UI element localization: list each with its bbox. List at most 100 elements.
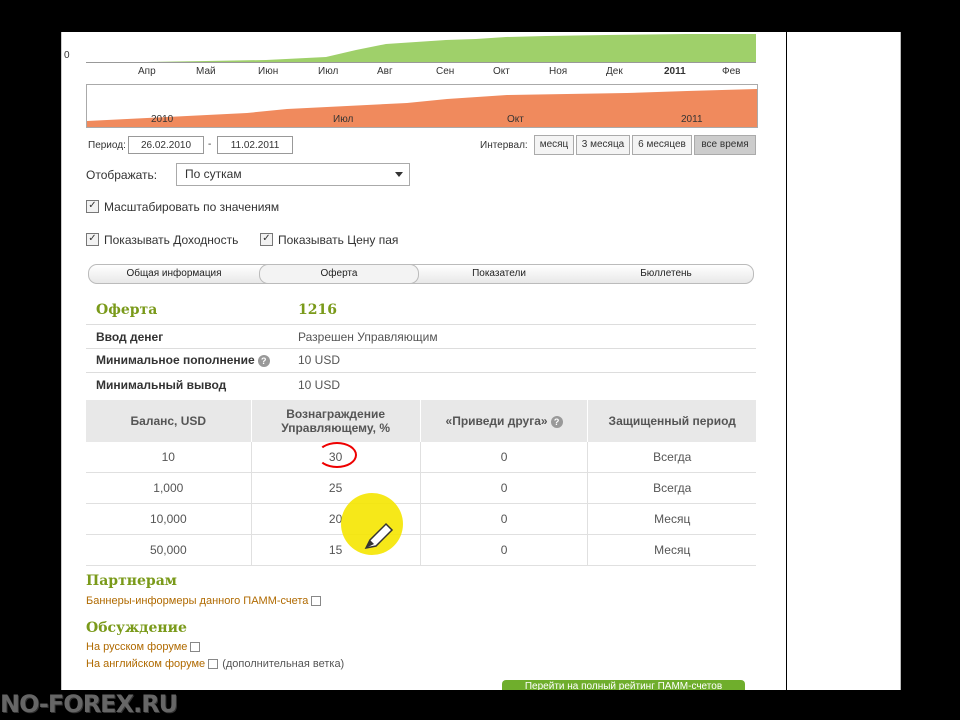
divider (86, 348, 756, 349)
month-label: Окт (493, 66, 510, 77)
ru-forum-link-text[interactable]: На русском форуме (86, 641, 187, 653)
chevron-down-icon (395, 172, 403, 177)
row-key: Минимальный вывод (96, 378, 227, 392)
col-header-text: «Приведи друга» (445, 414, 548, 428)
cell: 0 (420, 534, 589, 566)
cell: 50,000 (86, 534, 252, 566)
table-row: 10 30 0 Всегда (86, 442, 756, 473)
nav-label: Окт (507, 114, 524, 125)
period-from-input[interactable]: 26.02.2010 (128, 136, 204, 154)
yield-label: Показывать Доходность (104, 233, 239, 247)
month-label: Авг (377, 66, 393, 77)
col-header: «Приведи друга»? (420, 400, 589, 442)
right-panel (768, 32, 901, 690)
banners-link[interactable]: Баннеры-информеры данного ПАММ-счета (86, 595, 322, 607)
month-label: Дек (606, 66, 623, 77)
nav-label: 2010 (151, 114, 174, 125)
nav-label: 2011 (681, 114, 703, 125)
cell: 1,000 (86, 472, 252, 504)
interval-6month-button[interactable]: 6 месяцев (632, 135, 692, 155)
row-value: 10 USD (298, 353, 341, 367)
cell: 0 (420, 472, 589, 504)
offer-number: 1216 (298, 302, 337, 318)
tab-offer[interactable]: Оферта (259, 264, 419, 284)
interval-label: Интервал: (480, 140, 528, 151)
row-key: Ввод денег (96, 330, 164, 344)
navigator-chart[interactable]: 2010 Июл Окт 2011 (86, 84, 758, 128)
cell: Месяц (587, 503, 756, 535)
col-header: Вознаграждение Управляющему, % (251, 400, 421, 442)
en-forum-note: (дополнительная ветка) (222, 658, 345, 670)
pamm-page: 0 Апр Май Июн Июл Авг Сен Окт Ноя Дек 20… (61, 32, 770, 690)
month-label: Май (196, 66, 216, 77)
annotation-circle (317, 442, 357, 468)
divider (86, 324, 756, 325)
month-label: Апр (138, 66, 156, 77)
period-to-input[interactable]: 11.02.2011 (217, 136, 293, 154)
month-label: Июн (258, 66, 279, 77)
col-header: Защищенный период (587, 400, 756, 442)
navigator-area (87, 89, 757, 127)
display-label: Отображать: (86, 168, 158, 182)
tab-indicators[interactable]: Показатели (419, 265, 579, 283)
help-icon[interactable]: ? (257, 354, 270, 367)
month-label: Июл (318, 66, 339, 77)
table-row: 1,000 25 0 Всегда (86, 472, 756, 504)
period-label: Период: (88, 140, 126, 151)
fee-table: Баланс, USD Вознаграждение Управляющему,… (86, 400, 756, 566)
en-forum-link[interactable]: На английском форуме (дополнительная ветк… (86, 658, 344, 670)
partners-title: Партнерам (86, 573, 177, 589)
month-axis: Апр Май Июн Июл Авг Сен Окт Ноя Дек 2011… (86, 66, 756, 80)
interval-3month-button[interactable]: 3 месяца (576, 135, 630, 155)
cell: 25 (251, 472, 421, 504)
divider (786, 32, 787, 690)
price-label: Показывать Цену пая (278, 233, 399, 247)
yield-chart: 0 (64, 32, 756, 63)
cell: 0 (420, 442, 589, 473)
interval-all-button[interactable]: все время (694, 135, 756, 155)
table-row: 50,000 15 0 Месяц (86, 534, 756, 566)
cell: 10 (86, 442, 252, 473)
month-label: Сен (436, 66, 455, 77)
nav-label: Июл (333, 114, 354, 125)
month-label: Фев (722, 66, 741, 77)
scale-checkbox[interactable]: ✓ (86, 200, 99, 213)
display-select-value: По суткам (185, 167, 242, 181)
pencil-cursor-icon (364, 522, 394, 550)
external-link-icon (208, 659, 219, 670)
tab-bulletin[interactable]: Бюллетень (579, 265, 753, 283)
row-value: Разрешен Управляющим (298, 330, 438, 344)
cell: 0 (420, 503, 589, 535)
ru-forum-link[interactable]: На русском форуме (86, 641, 201, 653)
table-row: 10,000 20 0 Месяц (86, 503, 756, 535)
watermark: NO-FOREX.RU (0, 690, 178, 718)
period-sep: - (208, 139, 212, 150)
month-label: Ноя (549, 66, 568, 77)
cell: Месяц (587, 534, 756, 566)
divider (86, 372, 756, 373)
cell: Всегда (587, 472, 756, 504)
row-key: Минимальное пополнение? (96, 353, 270, 367)
cell: 10,000 (86, 503, 252, 535)
row-value: 10 USD (298, 378, 341, 392)
tab-general[interactable]: Общая информация (89, 265, 259, 283)
price-checkbox[interactable]: ✓ (260, 233, 273, 246)
table-header: Баланс, USD Вознаграждение Управляющему,… (86, 400, 756, 442)
external-link-icon (311, 596, 322, 607)
en-forum-link-text[interactable]: На английском форуме (86, 658, 205, 670)
yield-checkbox[interactable]: ✓ (86, 233, 99, 246)
scale-label: Масштабировать по значениям (104, 200, 280, 214)
month-label: 2011 (664, 66, 686, 77)
offer-title: Оферта (96, 302, 158, 318)
tab-bar: Общая информация Оферта Показатели Бюлле… (88, 264, 754, 284)
interval-month-button[interactable]: месяц (534, 135, 574, 155)
yield-chart-area (86, 34, 756, 62)
rating-button[interactable]: Перейти на полный рейтинг ПАММ-счетов (502, 680, 745, 690)
help-icon[interactable]: ? (550, 415, 563, 428)
y-zero-label: 0 (64, 50, 70, 61)
display-select[interactable]: По суткам (176, 163, 410, 186)
discussion-title: Обсуждение (86, 620, 187, 636)
row-key-text: Минимальное пополнение (96, 353, 255, 367)
banners-link-text[interactable]: Баннеры-информеры данного ПАММ-счета (86, 595, 308, 607)
cell: Всегда (587, 442, 756, 473)
